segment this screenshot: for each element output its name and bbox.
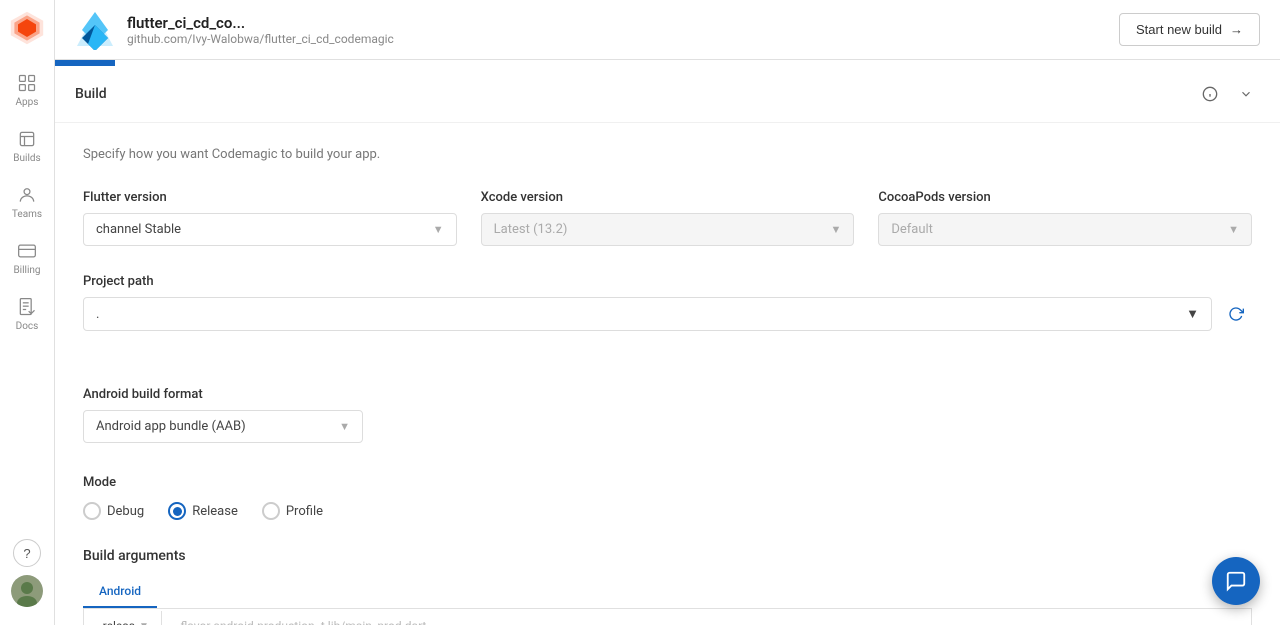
mode-option-profile[interactable]: Profile bbox=[262, 502, 323, 520]
billing-icon bbox=[16, 240, 38, 262]
radio-profile bbox=[262, 502, 280, 520]
sidebar-item-builds[interactable]: Builds bbox=[0, 118, 54, 174]
build-args-section: Build arguments Android --releas ▼ --fla… bbox=[83, 548, 1252, 625]
mode-option-release[interactable]: Release bbox=[168, 502, 238, 520]
build-info-button[interactable] bbox=[1196, 80, 1224, 108]
sidebar-item-billing[interactable]: Billing bbox=[0, 230, 54, 286]
mode-option-debug[interactable]: Debug bbox=[83, 502, 144, 520]
docs-label: Docs bbox=[16, 321, 39, 332]
top-header: flutter_ci_cd_co... github.com/Ivy-Walob… bbox=[55, 0, 1280, 60]
project-path-label: Project path bbox=[83, 274, 1252, 289]
build-header-actions bbox=[1196, 80, 1260, 108]
radio-debug-label: Debug bbox=[107, 504, 144, 519]
radio-release-label: Release bbox=[192, 504, 238, 519]
android-format-group: Android build format Android app bundle … bbox=[83, 387, 1252, 443]
app-repo-url: github.com/Ivy-Walobwa/flutter_ci_cd_cod… bbox=[127, 32, 394, 46]
mode-label: Mode bbox=[83, 475, 116, 490]
cocoapods-version-chevron: ▼ bbox=[1228, 223, 1239, 236]
help-button[interactable]: ? bbox=[13, 539, 41, 567]
radio-profile-label: Profile bbox=[286, 504, 323, 519]
app-info: flutter_ci_cd_co... github.com/Ivy-Walob… bbox=[75, 10, 394, 50]
xcode-version-group: Xcode version Latest (13.2) ▼ bbox=[481, 190, 855, 246]
app-title-group: flutter_ci_cd_co... github.com/Ivy-Walob… bbox=[127, 14, 394, 46]
args-tabs: Android bbox=[83, 576, 1252, 609]
build-section-title: Build bbox=[75, 86, 107, 102]
mode-section: Mode Debug Release bbox=[83, 471, 1252, 520]
progress-bar-container bbox=[55, 60, 1280, 66]
chip-chevron-icon: ▼ bbox=[139, 621, 149, 625]
build-collapse-button[interactable] bbox=[1232, 80, 1260, 108]
flutter-version-select[interactable]: channel Stable ▼ bbox=[83, 213, 457, 246]
content-area: Build bbox=[55, 60, 1280, 625]
args-tab-android[interactable]: Android bbox=[83, 576, 157, 608]
project-path-chevron: ▼ bbox=[1186, 306, 1199, 322]
build-args-title: Build arguments bbox=[83, 548, 1252, 564]
args-input-placeholder: --flavor android-production -t lib/main_… bbox=[162, 609, 439, 625]
xcode-version-select[interactable]: Latest (13.2) ▼ bbox=[481, 213, 855, 246]
sidebar-item-teams[interactable]: Teams bbox=[0, 174, 54, 230]
build-description: Specify how you want Codemagic to build … bbox=[83, 147, 1252, 162]
project-path-refresh-button[interactable] bbox=[1220, 298, 1252, 330]
build-section-header: Build bbox=[55, 66, 1280, 123]
radio-release bbox=[168, 502, 186, 520]
xcode-version-label: Xcode version bbox=[481, 190, 855, 205]
start-build-button[interactable]: Start new build → bbox=[1119, 13, 1260, 46]
user-avatar[interactable] bbox=[11, 575, 43, 607]
flutter-version-label: Flutter version bbox=[83, 190, 457, 205]
build-content: Specify how you want Codemagic to build … bbox=[55, 123, 1280, 625]
radio-debug bbox=[83, 502, 101, 520]
android-format-select[interactable]: Android app bundle (AAB) ▼ bbox=[83, 410, 363, 443]
mode-options: Debug Release Profile bbox=[83, 502, 1252, 520]
apps-icon bbox=[16, 72, 38, 94]
main-content: flutter_ci_cd_co... github.com/Ivy-Walob… bbox=[55, 0, 1280, 625]
project-path-group: Project path . ▼ bbox=[83, 274, 1252, 359]
teams-label: Teams bbox=[12, 209, 42, 220]
cocoapods-version-label: CocoaPods version bbox=[878, 190, 1252, 205]
sidebar: Apps Builds Teams Billing bbox=[0, 0, 55, 625]
flutter-version-chevron: ▼ bbox=[433, 223, 444, 236]
android-format-chevron: ▼ bbox=[339, 420, 350, 433]
build-section: Build bbox=[55, 66, 1280, 625]
cocoapods-version-select[interactable]: Default ▼ bbox=[878, 213, 1252, 246]
builds-icon bbox=[16, 128, 38, 150]
project-path-select[interactable]: . ▼ bbox=[83, 297, 1212, 331]
sidebar-item-docs[interactable]: Docs bbox=[0, 286, 54, 342]
teams-icon bbox=[16, 184, 38, 206]
sidebar-item-apps[interactable]: Apps bbox=[0, 62, 54, 118]
flutter-logo bbox=[75, 10, 115, 50]
docs-icon bbox=[16, 296, 38, 318]
app-name: flutter_ci_cd_co... bbox=[127, 14, 394, 32]
apps-label: Apps bbox=[16, 97, 39, 108]
billing-label: Billing bbox=[13, 265, 40, 276]
progress-bar bbox=[55, 60, 115, 66]
android-format-label: Android build format bbox=[83, 387, 1252, 402]
project-path-row: . ▼ bbox=[83, 297, 1252, 331]
codemagic-logo[interactable] bbox=[9, 10, 45, 46]
cocoapods-version-group: CocoaPods version Default ▼ bbox=[878, 190, 1252, 246]
args-input-row: --releas ▼ --flavor android-production -… bbox=[83, 609, 1252, 625]
xcode-version-chevron: ▼ bbox=[830, 223, 841, 236]
sidebar-bottom: ? bbox=[11, 539, 43, 615]
version-selectors-row: Flutter version channel Stable ▼ Xcode v… bbox=[83, 190, 1252, 246]
flutter-version-group: Flutter version channel Stable ▼ bbox=[83, 190, 457, 246]
builds-label: Builds bbox=[13, 153, 40, 164]
radio-release-inner bbox=[173, 507, 182, 516]
chat-button[interactable] bbox=[1212, 557, 1260, 605]
args-chip[interactable]: --releas ▼ bbox=[84, 611, 162, 625]
